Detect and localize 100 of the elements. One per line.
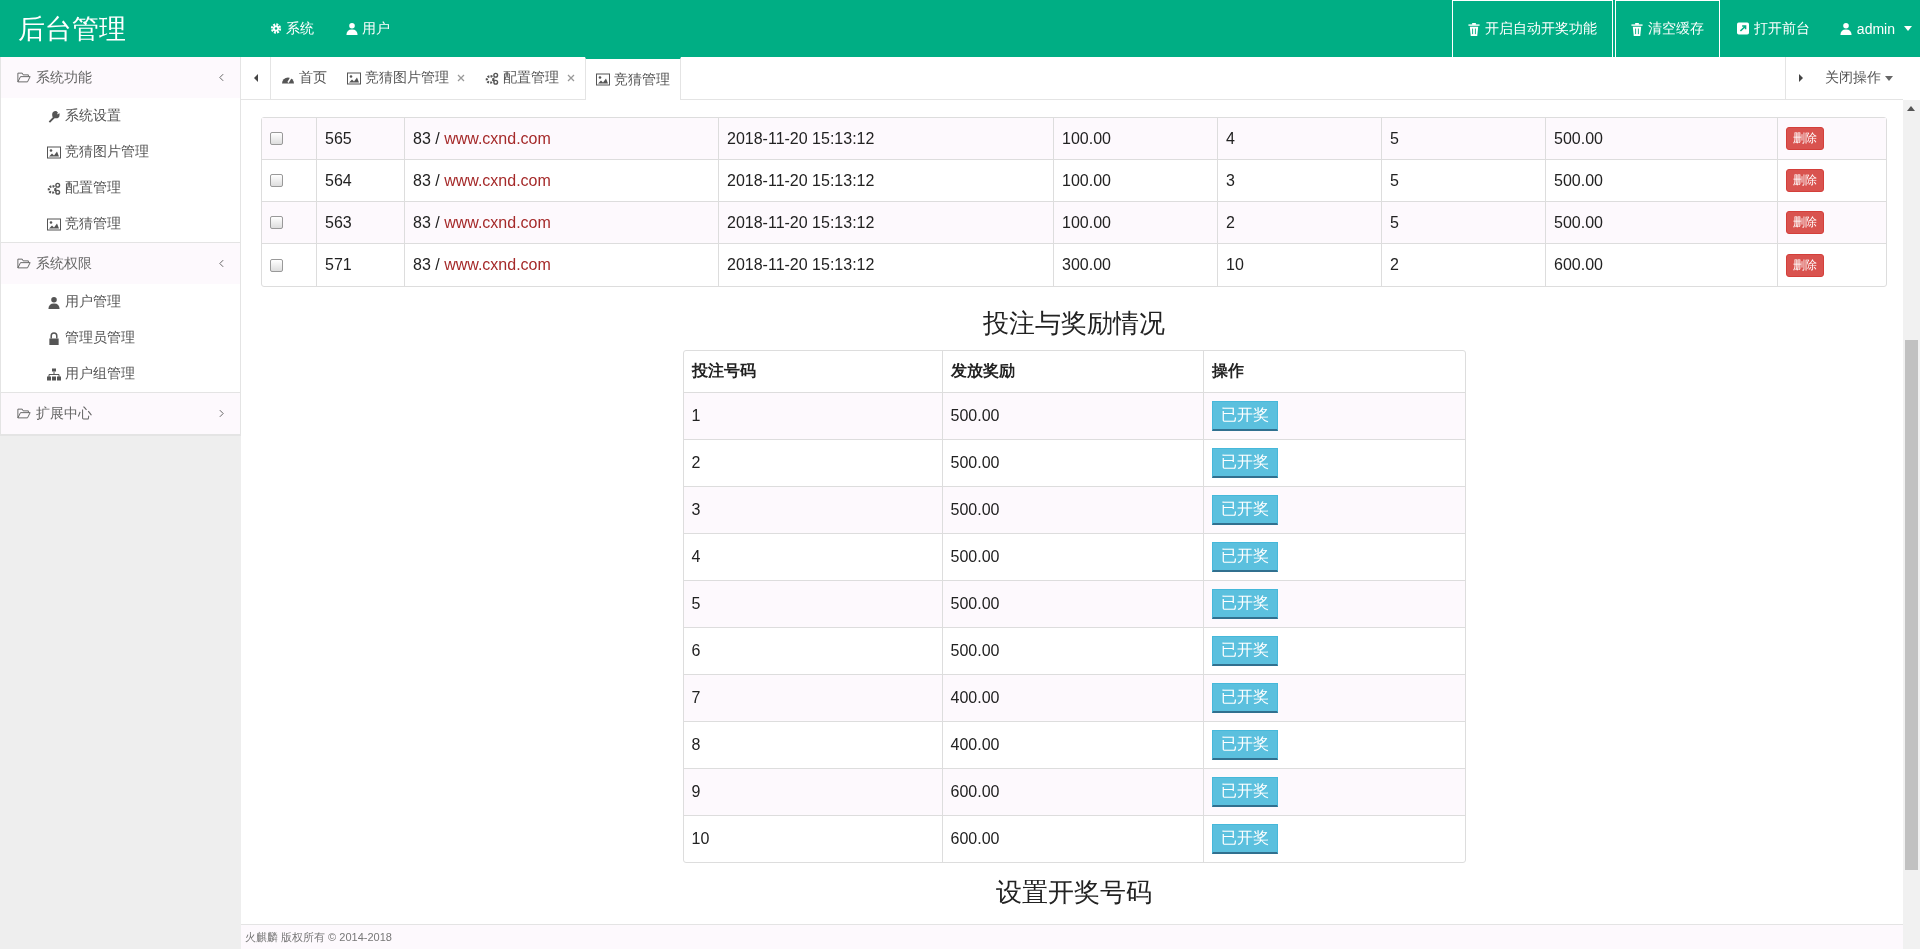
table-cell: 600.00 [942,769,1204,815]
triangle-right-icon [1798,74,1803,82]
table-cell: 5 [1382,160,1546,201]
image-icon [47,217,61,231]
sidebar-group[interactable]: 系统功能 [1,57,240,98]
trash-icon [1467,22,1480,36]
user-menu[interactable]: admin [1824,0,1920,57]
table-cell: 100.00 [1054,202,1218,243]
drawn-button[interactable]: 已开奖 [1211,448,1278,478]
sidebar-item[interactable]: 系统设置 [1,98,240,134]
table-cell: 1 [683,393,943,439]
row-checkbox[interactable] [270,174,283,187]
site-link[interactable]: www.cxnd.com [444,171,551,189]
sidebar-item[interactable]: 竞猜图片管理 [1,134,240,170]
folder-icon [17,257,31,270]
app-title: 后台管理 [17,12,127,46]
drawn-button[interactable]: 已开奖 [1211,401,1278,431]
table-cell: 2 [1218,202,1382,243]
section-title: 设置开奖号码 [995,876,1153,909]
table-cell: 563 [317,202,405,243]
sidebar-group[interactable]: 扩展中心 [1,393,240,434]
table-cell: 2018-11-20 15:13:12 [719,160,1054,201]
table-cell: 5 [1382,202,1546,243]
table-cell: 500.00 [942,393,1204,439]
tab[interactable]: 竞猜图片管理 [337,57,475,99]
table-cell: 10 [683,816,943,862]
row-checkbox[interactable] [270,216,283,229]
table-cell: 5 [683,581,943,627]
drawn-button[interactable]: 已开奖 [1211,683,1278,713]
table-cell: 2018-11-20 15:13:12 [719,244,1054,286]
table-cell: 500.00 [942,487,1204,533]
folder-icon [17,71,31,84]
table-cell: 2018-11-20 15:13:12 [719,202,1054,243]
table-cell: 83 / www.cxnd.com [413,213,551,232]
scrollbar[interactable] [1903,100,1920,949]
image-icon [596,73,610,86]
delete-button[interactable]: 删除 [1786,169,1824,192]
table-cell: 4 [1218,118,1382,159]
close-icon[interactable] [567,74,575,82]
table-cell: 3 [683,487,943,533]
menu-link[interactable]: 用户 [346,19,390,38]
triangle-left-icon [253,74,258,82]
site-link[interactable]: www.cxnd.com [444,256,551,273]
table-cell: 2 [1382,244,1546,286]
delete-button[interactable]: 删除 [1786,253,1824,277]
image-icon [347,71,361,85]
scroll-up-icon[interactable] [1907,106,1915,111]
table-cell: 3 [1218,160,1382,201]
table-cell: 565 [317,118,405,159]
sidebar-item[interactable]: 竞猜管理 [1,206,240,242]
table-cell: 600.00 [1546,244,1778,286]
table-cell: 564 [317,160,405,201]
row-checkbox[interactable] [270,258,283,272]
tab[interactable]: 首页 [271,57,337,99]
close-icon[interactable] [457,74,465,82]
sidebar-item[interactable]: 用户组管理 [1,356,240,392]
delete-button[interactable]: 删除 [1786,211,1824,234]
sidebar-item[interactable]: 管理员管理 [1,320,240,356]
drawn-button[interactable]: 已开奖 [1211,636,1278,666]
tab[interactable]: 竞猜管理 [585,57,681,100]
user-icon [47,295,61,309]
trash-icon [1630,22,1643,36]
table-cell: 500.00 [942,581,1204,627]
gear-icon [270,22,282,35]
sidebar-item[interactable]: 配置管理 [1,170,240,206]
sidebar-group[interactable]: 系统权限 [1,243,240,284]
gears-icon [47,181,61,195]
wrench-icon [47,109,61,123]
table-cell: 83 / www.cxnd.com [413,256,551,274]
table-cell: 7 [683,675,943,721]
image-icon [47,145,61,159]
table-cell: 100.00 [1054,160,1218,201]
user-icon [346,22,358,35]
row-checkbox[interactable] [270,132,283,145]
drawn-button[interactable]: 已开奖 [1211,542,1278,572]
tab[interactable]: 配置管理 [475,57,585,99]
sidebar-item[interactable]: 用户管理 [1,284,240,320]
drawn-button[interactable]: 已开奖 [1211,589,1278,619]
drawn-button[interactable]: 已开奖 [1211,824,1278,854]
menu-link[interactable]: 系统 [270,19,314,38]
drawn-button[interactable]: 已开奖 [1211,495,1278,525]
table-cell: 300.00 [1054,244,1218,286]
site-link[interactable]: www.cxnd.com [444,129,551,147]
table-cell: 600.00 [942,816,1204,862]
sitemap-icon [47,367,61,381]
table-cell: 2018-11-20 15:13:12 [719,118,1054,159]
external-link-icon [1736,22,1749,35]
drawn-button[interactable]: 已开奖 [1211,777,1278,807]
table-cell: 571 [317,244,405,286]
table-cell: 83 / www.cxnd.com [413,129,551,148]
table-cell: 83 / www.cxnd.com [413,171,551,190]
caret-icon [1904,26,1912,31]
table-cell: 10 [1218,244,1382,286]
section-title: 投注与奖励情况 [982,307,1166,340]
toolbar-link[interactable]: 打开前台 [1721,0,1825,57]
site-link[interactable]: www.cxnd.com [444,213,551,231]
delete-button[interactable]: 删除 [1786,127,1824,150]
table-cell: 500.00 [1546,118,1778,159]
table-cell: 5 [1382,118,1546,159]
drawn-button[interactable]: 已开奖 [1211,730,1278,760]
